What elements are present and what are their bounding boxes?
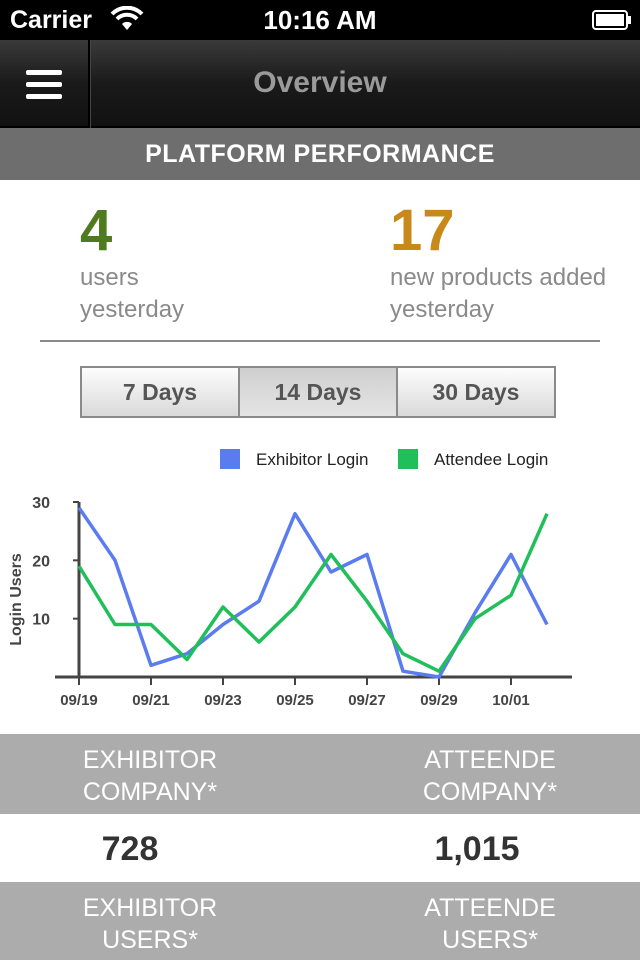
nav-bar: Overview	[0, 40, 640, 128]
products-stat: 17 new products added yesterday	[390, 200, 606, 326]
products-label: new products added yesterday	[390, 264, 607, 323]
battery-icon	[592, 10, 631, 30]
range-selector: 7 Days 14 Days 30 Days	[80, 366, 556, 418]
y-axis-label: Login Users	[8, 553, 25, 646]
page-title: Overview	[253, 66, 387, 99]
company-labels-band: EXHIBITOR COMPANY* ATTEENDE COMPANY*	[0, 734, 640, 814]
legend-swatch-attendee	[398, 449, 418, 469]
tab-30-days[interactable]: 30 Days	[396, 368, 554, 416]
series-line-exhibitor	[77, 506, 549, 679]
exhibitor-users-label: EXHIBITOR USERS*	[82, 894, 218, 954]
status-bar: Carrier 10:16 AM	[0, 0, 640, 40]
login-users-chart: 10 20 30 09/19 09/21 09/23 09/25 09/27 09/29 10/0…	[8, 449, 572, 709]
x-tick-label: 09/23	[204, 692, 242, 709]
users-stat: 4 users yesterday	[80, 200, 184, 326]
status-time: 10:16 AM	[263, 5, 377, 35]
legend-swatch-exhibitor	[220, 449, 240, 469]
exhibitor-company-value: 728	[101, 830, 159, 868]
exhibitor-company-label: EXHIBITOR COMPANY*	[82, 746, 218, 806]
y-tick-label: 10	[32, 612, 50, 629]
company-values-row: 728 1,015	[0, 814, 640, 882]
x-tick-label: 09/27	[348, 692, 386, 709]
users-count: 4	[80, 198, 113, 263]
users-labels-band: EXHIBITOR USERS* ATTEENDE USERS*	[0, 882, 640, 960]
x-tick-label: 09/25	[276, 692, 314, 709]
x-tick-label: 09/21	[132, 692, 170, 709]
legend-label-attendee: Attendee Login	[434, 450, 548, 469]
attendee-company-value: 1,015	[434, 830, 520, 868]
y-tick-label: 30	[32, 495, 50, 512]
products-count: 17	[390, 198, 455, 263]
x-tick-label: 10/01	[492, 692, 530, 709]
tab-14-days[interactable]: 14 Days	[238, 368, 396, 416]
tab-7-days[interactable]: 7 Days	[82, 368, 238, 416]
attendee-company-label: ATTEENDE COMPANY*	[422, 746, 558, 806]
legend-label-exhibitor: Exhibitor Login	[256, 450, 368, 469]
users-label: users yesterday	[80, 264, 185, 323]
stats-divider	[40, 340, 600, 342]
x-tick-label: 09/19	[60, 692, 98, 709]
x-tick-label: 09/29	[420, 692, 458, 709]
attendee-users-label: ATTEENDE USERS*	[424, 894, 556, 954]
series-line-attendee	[77, 512, 549, 673]
y-tick-label: 20	[32, 553, 50, 570]
section-header: PLATFORM PERFORMANCE	[0, 128, 640, 180]
